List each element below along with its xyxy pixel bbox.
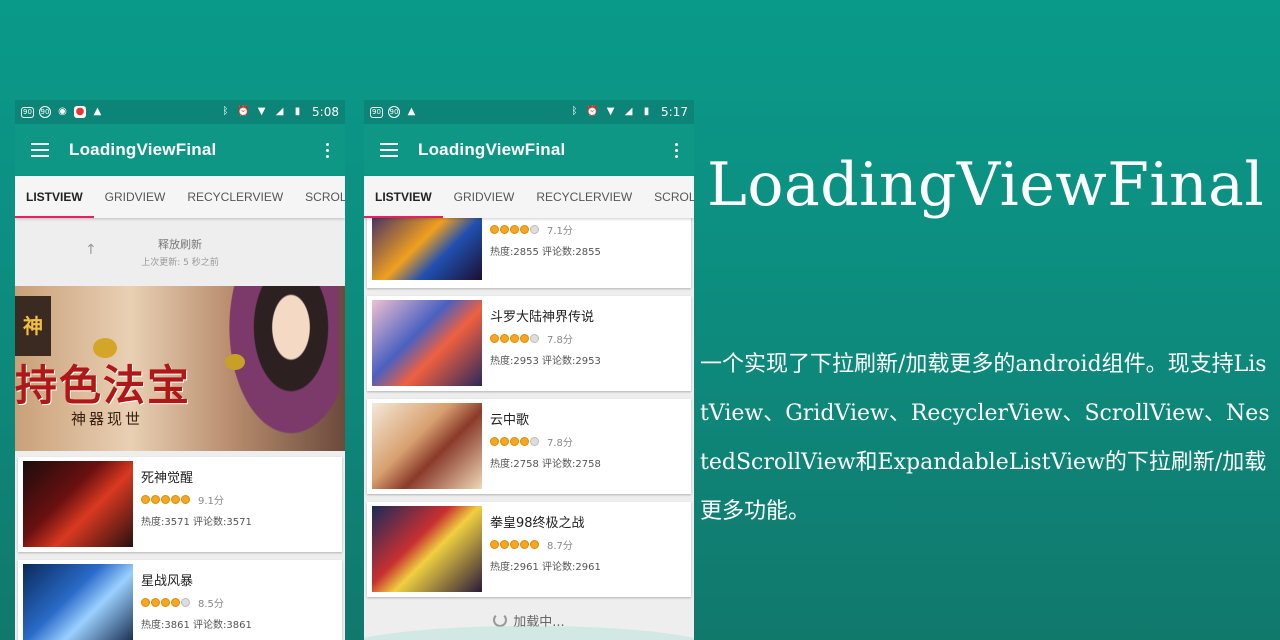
status-bar: 90 90 ◉ ● ▲ ᛒ ⏰ ▼ ◢ ▮ 5:08 [15, 100, 345, 124]
list-item[interactable]: 拳皇98终极之战 8.7分 热度:2961 评论数:2961 [367, 502, 691, 597]
project-title: LoadingViewFinal [707, 150, 1265, 220]
battery-icon: ▮ [294, 106, 301, 117]
star-rating [490, 540, 539, 549]
list-item[interactable]: 云中歌 7.8分 热度:2758 评论数:2758 [367, 399, 691, 494]
game-thumbnail [372, 506, 482, 592]
game-title: 死神觉醒 [141, 471, 194, 486]
phone-screen-right: 90 90 ▲ ᛒ ⏰ ▼ ◢ ▮ 5:17 LoadingViewFinal … [364, 100, 694, 640]
app-bar: LoadingViewFinal [15, 124, 345, 176]
loading-spinner-icon [493, 613, 508, 627]
game-stats: 热度:2758 评论数:2758 [490, 459, 601, 470]
battery-icon: ▮ [643, 106, 650, 117]
game-title: 星战风暴 [141, 574, 194, 589]
overflow-menu-icon[interactable] [322, 142, 333, 158]
game-stats: 热度:3861 评论数:3861 [141, 620, 252, 631]
banner-title: 持色法宝 [15, 361, 192, 410]
no-signal-icon: ◢ [275, 106, 284, 117]
refresh-status-text: 释放刷新 [157, 238, 202, 251]
no-signal-icon: ◢ [624, 106, 633, 117]
status-bar: 90 90 ▲ ᛒ ⏰ ▼ ◢ ▮ 5:17 [364, 100, 694, 124]
app-title: LoadingViewFinal [418, 140, 566, 159]
banner-corner-label: 神 [15, 296, 51, 356]
game-thumbnail [372, 210, 482, 280]
game-score: 7.8分 [547, 335, 573, 346]
notification-app-icon: 90 [370, 106, 383, 118]
game-stats: 热度:2961 评论数:2961 [490, 562, 601, 573]
refresh-last-updated: 上次更新: 5 秒之前 [141, 258, 219, 268]
wifi-icon: ▼ [257, 106, 266, 117]
wifi-icon: ▼ [606, 106, 615, 117]
game-score: 8.7分 [547, 541, 573, 552]
hamburger-menu-icon[interactable] [31, 143, 49, 157]
project-description: 一个实现了下拉刷新/加载更多的android组件。现支持ListView、Gri… [700, 352, 1270, 524]
app-bar: LoadingViewFinal [364, 124, 694, 176]
load-more-footer: 加载中... [364, 600, 694, 640]
game-thumbnail [23, 461, 133, 547]
star-rating [490, 334, 539, 343]
alarm-icon: ⏰ [237, 106, 250, 117]
tab-listview[interactable]: LISTVIEW [15, 176, 94, 218]
clock: 5:08 [312, 105, 339, 119]
banner-image[interactable]: 神 持色法宝 神器现世 [15, 286, 345, 451]
tab-listview[interactable]: LISTVIEW [364, 176, 443, 218]
load-more-overscroll-glow [364, 626, 694, 640]
tab-scrollview[interactable]: SCROLL [643, 176, 694, 218]
tab-gridview[interactable]: GRIDVIEW [443, 176, 526, 218]
banner-subtitle: 神器现世 [71, 410, 144, 428]
game-score: 8.5分 [198, 599, 224, 610]
game-title: 云中歌 [490, 413, 530, 428]
tab-gridview[interactable]: GRIDVIEW [94, 176, 177, 218]
star-rating [141, 495, 190, 504]
star-rating [490, 225, 539, 234]
game-title: 斗罗大陆神界传说 [490, 310, 595, 325]
notification-app-icon: 90 [39, 106, 51, 118]
game-thumbnail [372, 403, 482, 489]
bluetooth-icon: ᛒ [222, 106, 229, 117]
tab-scrollview[interactable]: SCROLL [294, 176, 345, 218]
notification-app-icon: 90 [21, 106, 34, 118]
phone-screen-left: 90 90 ◉ ● ▲ ᛒ ⏰ ▼ ◢ ▮ 5:08 LoadingViewFi… [15, 100, 345, 640]
game-score: 9.1分 [198, 496, 224, 507]
tab-recyclerview[interactable]: RECYCLERVIEW [525, 176, 643, 218]
game-stats: 热度:2855 评论数:2855 [490, 247, 601, 258]
list-item[interactable]: 死神觉醒 9.1分 热度:3571 评论数:3571 [18, 457, 342, 552]
overflow-menu-icon[interactable] [671, 142, 682, 158]
star-rating [141, 598, 190, 607]
android-icon: ▲ [407, 106, 416, 117]
game-score: 7.8分 [547, 438, 573, 449]
game-stats: 热度:3571 评论数:3571 [141, 517, 252, 528]
tab-bar: LISTVIEW GRIDVIEW RECYCLERVIEW SCROLL [15, 176, 345, 218]
game-stats: 热度:2953 评论数:2953 [490, 356, 601, 367]
game-title: 拳皇98终极之战 [490, 516, 585, 531]
app-title: LoadingViewFinal [69, 140, 217, 159]
star-rating [490, 437, 539, 446]
camera-app-icon: ● [74, 106, 86, 118]
arrow-up-icon: ↑ [85, 242, 97, 258]
banner-character-art [219, 286, 339, 451]
weibo-icon: ◉ [58, 106, 67, 117]
hamburger-menu-icon[interactable] [380, 143, 398, 157]
list-item[interactable]: 斗罗大陆神界传说 7.8分 热度:2953 评论数:2953 [367, 296, 691, 391]
alarm-icon: ⏰ [586, 106, 599, 117]
tab-recyclerview[interactable]: RECYCLERVIEW [176, 176, 294, 218]
pull-refresh-header: ↑ 释放刷新 上次更新: 5 秒之前 [15, 218, 345, 286]
android-icon: ▲ [93, 106, 102, 117]
clock: 5:17 [661, 105, 688, 119]
notification-app-icon: 90 [388, 106, 400, 118]
list-item[interactable]: 星战风暴 8.5分 热度:3861 评论数:3861 [18, 560, 342, 640]
game-score: 7.1分 [547, 226, 573, 237]
game-thumbnail [23, 564, 133, 640]
tab-bar: LISTVIEW GRIDVIEW RECYCLERVIEW SCROLL [364, 176, 694, 218]
game-thumbnail [372, 300, 482, 386]
bluetooth-icon: ᛒ [571, 106, 578, 117]
list-item[interactable]: 7.1分 热度:2855 评论数:2855 [367, 208, 691, 288]
